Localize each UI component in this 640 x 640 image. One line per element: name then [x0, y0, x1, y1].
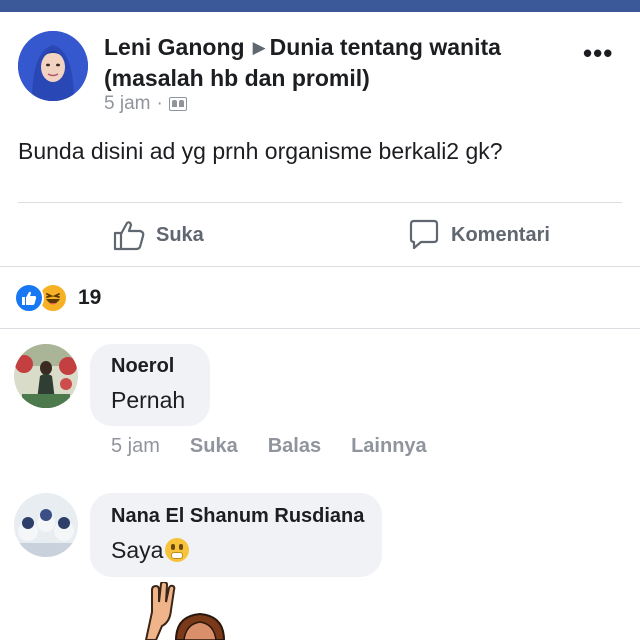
comment-like-button[interactable]: Suka — [190, 435, 238, 458]
commenter-avatar[interactable] — [14, 344, 78, 408]
author-avatar[interactable] — [18, 31, 88, 101]
comment-text: Saya — [111, 537, 190, 564]
post-text: Bunda disini ad yg prnh organisme berkal… — [18, 138, 503, 164]
comment-more-button[interactable]: Lainnya — [351, 435, 427, 458]
divider — [0, 328, 640, 329]
face-with-hand-over-mouth-icon — [165, 538, 190, 562]
commenter-avatar[interactable] — [14, 493, 78, 557]
like-button[interactable]: Suka — [112, 216, 204, 254]
author-name[interactable]: Leni Ganong — [104, 34, 245, 60]
comment-label: Komentari — [451, 223, 550, 246]
reactions-summary[interactable]: 19 — [14, 283, 101, 313]
comment-button[interactable]: Komentari — [407, 216, 550, 254]
commenter-name[interactable]: Noerol — [111, 355, 174, 378]
post-meta: 5 jam · — [104, 93, 187, 115]
like-label: Suka — [156, 223, 204, 246]
comment-text-value: Saya — [111, 537, 164, 563]
comment-reply-button[interactable]: Balas — [268, 435, 321, 458]
comment-text: Pernah — [111, 387, 186, 413]
reaction-count: 19 — [78, 286, 102, 309]
comment-icon — [409, 219, 439, 250]
commenter-name[interactable]: Nana El Shanum Rusdiana — [111, 505, 364, 528]
divider — [18, 202, 622, 203]
arrow-right-icon: ▶ — [252, 38, 266, 57]
comment-actions: 5 jam Suka Balas Lainnya — [111, 435, 427, 458]
group-icon — [168, 97, 187, 111]
thumbs-up-icon — [113, 221, 145, 251]
like-reaction-icon — [14, 283, 44, 313]
top-navigation-bar — [0, 0, 640, 12]
post-author-line: Leni Ganong ▶ Dunia tentang wanita (masala… — [104, 32, 574, 93]
divider — [0, 266, 640, 267]
meta-separator: · — [156, 93, 163, 114]
post-time[interactable]: 5 jam — [104, 93, 150, 115]
sticker-image[interactable] — [130, 582, 240, 640]
more-options-icon[interactable]: ••• — [583, 38, 613, 69]
comment-time[interactable]: 5 jam — [111, 435, 160, 458]
